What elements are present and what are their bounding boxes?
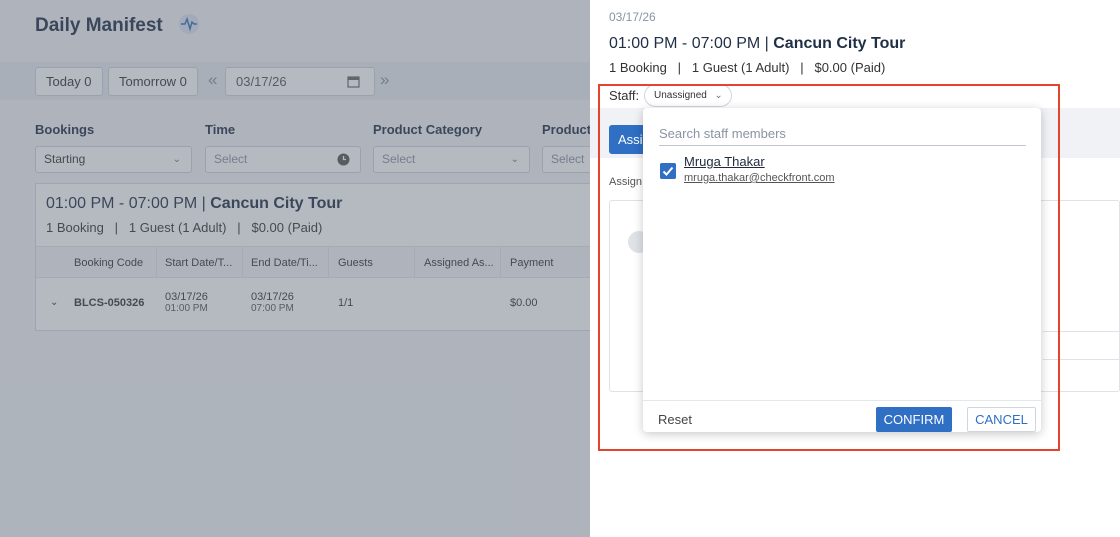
checkbox-checked-icon[interactable] — [660, 163, 676, 179]
drawer-title: 01:00 PM - 07:00 PM | Cancun City Tour — [609, 35, 906, 52]
dropdown-divider — [643, 400, 1041, 401]
confirm-button[interactable]: CONFIRM — [876, 407, 952, 432]
cancel-button[interactable]: CANCEL — [967, 407, 1036, 432]
drawer-summary: 1 Booking | 1 Guest (1 Adult) | $0.00 (P… — [609, 60, 886, 75]
staff-name[interactable]: Mruga Thakar — [684, 154, 765, 169]
drawer-tour-name: Cancun City Tour — [773, 35, 906, 52]
reset-button[interactable]: Reset — [658, 412, 692, 427]
staff-email[interactable]: mruga.thakar@checkfront.com — [684, 172, 835, 184]
staff-option[interactable]: Mruga Thakar mruga.thakar@checkfront.com — [653, 151, 1031, 191]
staff-search-input[interactable] — [659, 121, 1026, 146]
drawer-date: 03/17/26 — [609, 10, 656, 24]
staff-dropdown: Mruga Thakar mruga.thakar@checkfront.com… — [643, 108, 1041, 432]
